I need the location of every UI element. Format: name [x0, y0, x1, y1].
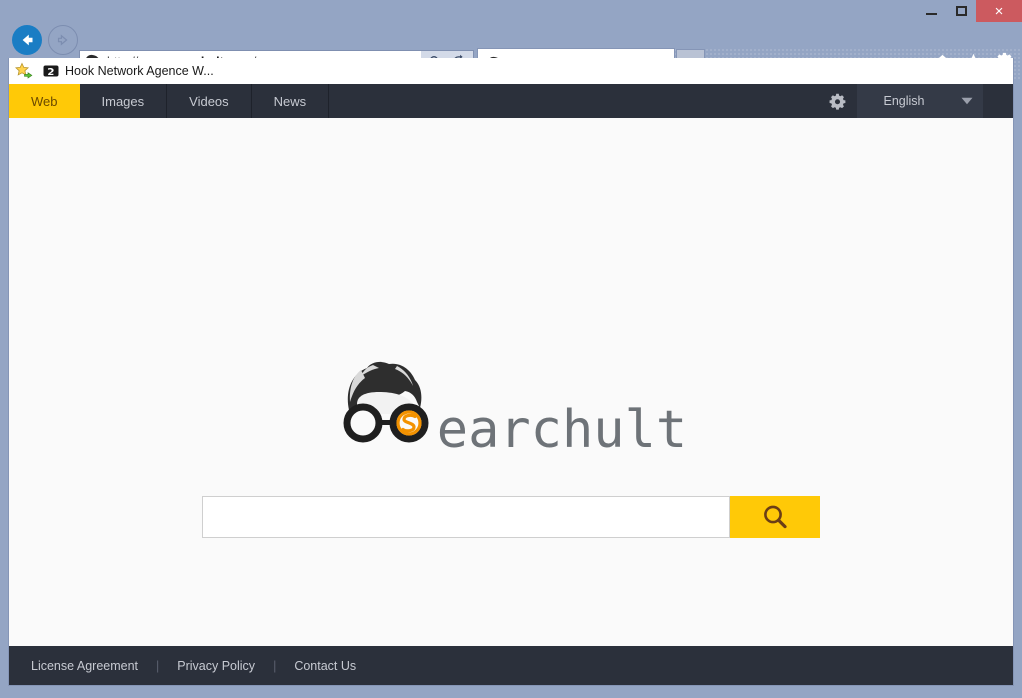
search-form [9, 496, 1013, 538]
maximize-icon [956, 6, 967, 16]
hook-network-icon [43, 63, 59, 79]
forward-button[interactable] [48, 25, 78, 55]
site-tab-web[interactable]: Web [9, 84, 80, 118]
language-select-caret[interactable] [951, 84, 983, 118]
back-button[interactable] [12, 25, 42, 55]
footer-link-privacy-policy[interactable]: Privacy Policy [177, 659, 255, 673]
site-tab-label: Videos [189, 94, 229, 109]
footer-separator: | [156, 659, 159, 673]
language-select[interactable]: English [857, 84, 951, 118]
searchult-face-icon [335, 358, 445, 458]
language-select-value: English [884, 94, 925, 108]
forward-arrow-icon [55, 32, 71, 48]
back-arrow-icon [18, 31, 36, 49]
favorites-bar: Hook Network Agence W... [8, 58, 1014, 84]
magnifier-icon [760, 502, 790, 532]
footer-link-license-agreement[interactable]: License Agreement [31, 659, 138, 673]
page-viewport: Web Images Videos News English [8, 84, 1014, 686]
close-window-button[interactable]: × [976, 0, 1022, 22]
favorites-item-label: Hook Network Agence W... [65, 64, 214, 78]
close-icon: × [995, 4, 1004, 19]
site-settings-button[interactable] [817, 84, 857, 118]
chevron-down-icon [961, 97, 973, 105]
site-footer: License Agreement | Privacy Policy | Con… [9, 646, 1013, 686]
title-bar: × [0, 0, 1022, 22]
browser-window: × http://www.searchult.com/ [0, 0, 1022, 698]
site-tab-images[interactable]: Images [80, 84, 168, 118]
window-controls: × [916, 0, 1022, 22]
site-logo: earchult [9, 358, 1013, 458]
footer-link-contact-us[interactable]: Contact Us [294, 659, 356, 673]
minimize-button[interactable] [916, 0, 946, 22]
search-input[interactable] [202, 496, 730, 538]
site-tab-label: Web [31, 94, 58, 109]
browser-toolbar: http://www.searchult.com/ [0, 22, 1022, 58]
site-tab-videos[interactable]: Videos [167, 84, 252, 118]
gear-icon [829, 93, 846, 110]
search-button[interactable] [730, 496, 820, 538]
footer-separator: | [273, 659, 276, 673]
maximize-button[interactable] [946, 0, 976, 22]
site-logo-text: earchult [437, 404, 687, 456]
site-tab-label: News [274, 94, 307, 109]
minimize-icon [926, 13, 937, 15]
page-body: earchult License Agreement | Privacy Pol… [9, 118, 1013, 686]
site-tab-news[interactable]: News [252, 84, 330, 118]
site-nav-end [983, 84, 1013, 118]
site-nav: Web Images Videos News English [9, 84, 1013, 118]
site-tab-label: Images [102, 94, 145, 109]
favorites-item-hook-network[interactable]: Hook Network Agence W... [43, 63, 214, 79]
site-nav-spacer [329, 84, 817, 118]
add-favorite-star-icon[interactable] [15, 62, 33, 80]
